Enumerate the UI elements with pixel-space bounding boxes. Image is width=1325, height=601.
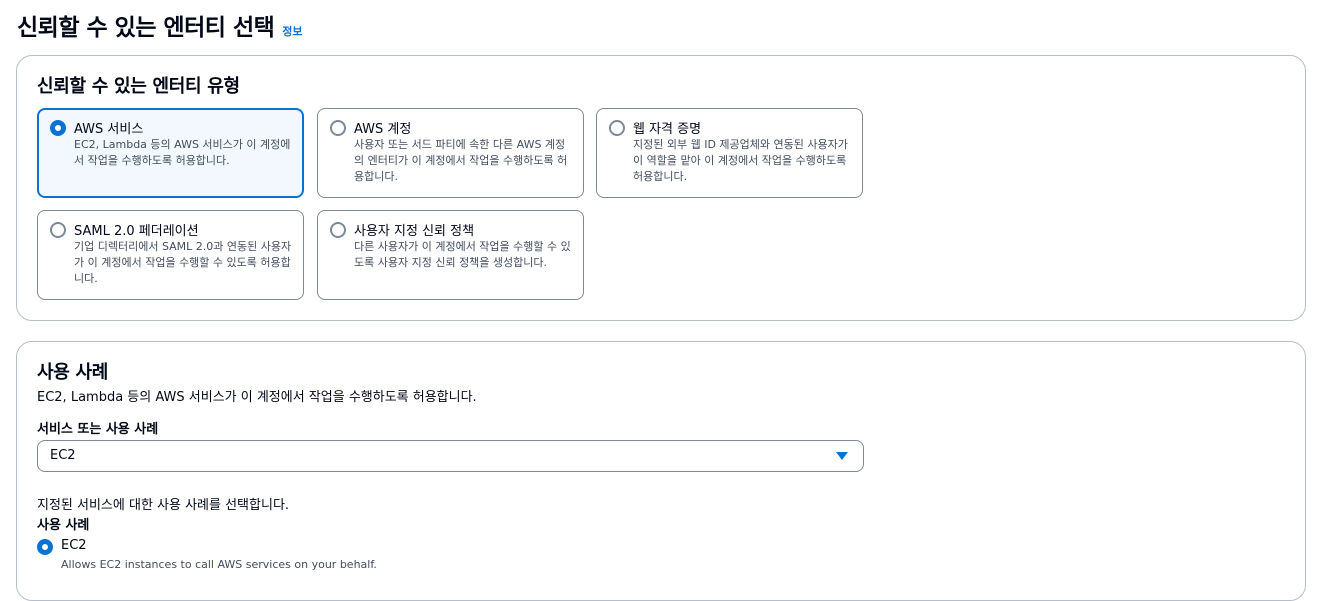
tile-title: AWS 계정 — [354, 122, 412, 137]
section-title-use-case: 사용 사례 — [37, 362, 109, 383]
trusted-entity-type-container: 신뢰할 수 있는 엔터티 유형 AWS 서비스 EC2, Lambda 등의 A… — [16, 55, 1306, 321]
tile-description: EC2, Lambda 등의 AWS 서비스가 이 계정에서 작업을 수행하도록… — [74, 138, 291, 167]
tile-title: 사용자 지정 신뢰 정책 — [354, 224, 475, 239]
tile-saml-federation[interactable]: SAML 2.0 페더레이션 기업 디렉터리에서 SAML 2.0과 연동된 사… — [37, 210, 304, 300]
page-title: 신뢰할 수 있는 엔터티 선택 — [17, 15, 275, 41]
service-select-value: EC2 — [50, 448, 76, 463]
radio-ec2[interactable] — [37, 539, 53, 555]
use-case-container: 사용 사례 EC2, Lambda 등의 AWS 서비스가 이 계정에서 작업을… — [16, 341, 1306, 601]
tile-title: SAML 2.0 페더레이션 — [74, 224, 199, 239]
radio-aws-account[interactable] — [330, 120, 346, 136]
tile-aws-service[interactable]: AWS 서비스 EC2, Lambda 등의 AWS 서비스가 이 계정에서 작… — [37, 108, 304, 198]
tile-description: 지정된 외부 웹 ID 제공업체와 연동된 사용자가 이 역할을 맡아 이 계정… — [633, 138, 848, 183]
tile-description: 기업 디렉터리에서 SAML 2.0과 연동된 사용자가 이 계정에서 작업을 … — [74, 240, 292, 285]
use-case-option-description: Allows EC2 instances to call AWS service… — [61, 558, 377, 571]
use-case-option-label: EC2 — [61, 538, 87, 553]
tile-title: 웹 자격 증명 — [633, 122, 702, 137]
tile-web-identity[interactable]: 웹 자격 증명 지정된 외부 웹 ID 제공업체와 연동된 사용자가 이 역할을… — [596, 108, 863, 198]
radio-aws-service[interactable] — [50, 120, 66, 136]
radio-custom-trust-policy[interactable] — [330, 222, 346, 238]
info-link[interactable]: 정보 — [282, 23, 302, 39]
tile-title: AWS 서비스 — [74, 122, 144, 137]
tile-description: 다른 사용자가 이 계정에서 작업을 수행할 수 있도록 사용자 지정 신뢰 정… — [354, 240, 571, 269]
radio-saml-federation[interactable] — [50, 222, 66, 238]
section-title-entity-type: 신뢰할 수 있는 엔터티 유형 — [37, 76, 240, 97]
use-case-description: EC2, Lambda 등의 AWS 서비스가 이 계정에서 작업을 수행하도록… — [37, 390, 477, 405]
tile-description: 사용자 또는 서드 파티에 속한 다른 AWS 계정의 엔터티가 이 계정에서 … — [354, 138, 568, 183]
use-case-hint: 지정된 서비스에 대한 사용 사례를 선택합니다. — [37, 498, 290, 513]
tile-custom-trust-policy[interactable]: 사용자 지정 신뢰 정책 다른 사용자가 이 계정에서 작업을 수행할 수 있도… — [317, 210, 584, 300]
radio-web-identity[interactable] — [609, 120, 625, 136]
service-field-label: 서비스 또는 사용 사례 — [37, 422, 159, 437]
page-header: 신뢰할 수 있는 엔터티 선택 정보 — [17, 8, 303, 42]
caret-down-icon — [836, 452, 848, 460]
use-case-field-label: 사용 사례 — [37, 518, 90, 533]
tile-aws-account[interactable]: AWS 계정 사용자 또는 서드 파티에 속한 다른 AWS 계정의 엔터티가 … — [317, 108, 584, 198]
service-select[interactable]: EC2 — [37, 440, 864, 472]
